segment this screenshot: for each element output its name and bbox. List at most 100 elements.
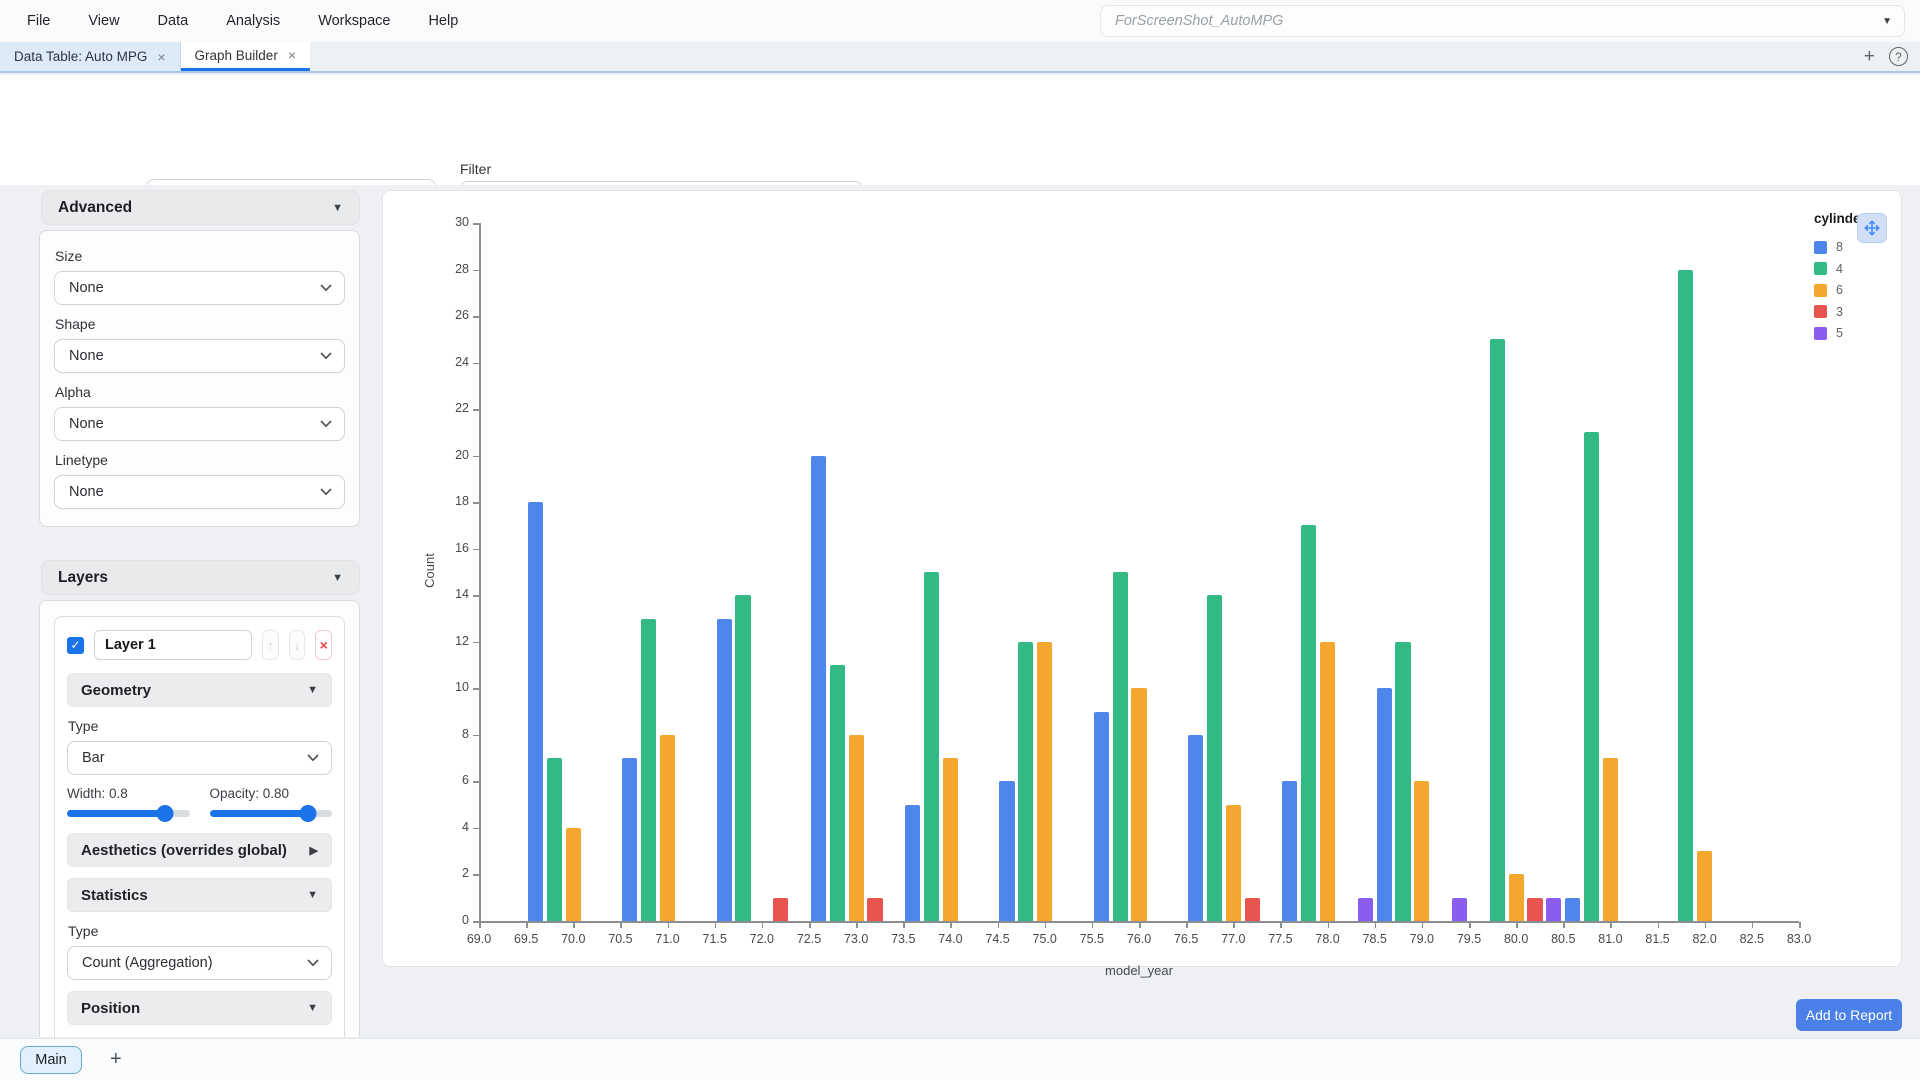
layer-visible-checkbox[interactable]: ✓ — [67, 637, 84, 654]
worksheet-tab-main[interactable]: Main — [20, 1046, 82, 1074]
x-tick-label: 74.5 — [980, 932, 1016, 946]
chevron-down-icon — [307, 754, 319, 762]
bar-78-cyl8 — [1282, 781, 1297, 921]
y-tick-label: 30 — [439, 215, 469, 229]
layer-name-input[interactable] — [94, 630, 252, 660]
bar-80-cyl5 — [1546, 898, 1561, 921]
x-tick-label: 79.5 — [1451, 932, 1487, 946]
x-tick-label: 77.0 — [1215, 932, 1251, 946]
workspace-select[interactable]: ForScreenShot_AutoMPG ▼ — [1100, 5, 1905, 37]
tab-graph-builder[interactable]: Graph Builder × — [181, 42, 310, 71]
width-slider[interactable] — [67, 810, 190, 817]
linetype-label: Linetype — [55, 452, 345, 468]
bar-76-cyl4 — [1113, 572, 1128, 921]
y-tick-label: 12 — [439, 634, 469, 648]
add-worksheet-plus-icon[interactable]: + — [110, 1048, 122, 1071]
layers-section-header[interactable]: Layers ▼ — [41, 560, 360, 595]
add-to-report-button[interactable]: Add to Report — [1796, 999, 1902, 1031]
x-tick-mark — [479, 922, 481, 928]
shape-select-value: None — [69, 348, 104, 364]
advanced-section-header[interactable]: Advanced ▼ — [41, 190, 360, 225]
close-icon[interactable]: × — [288, 48, 296, 62]
layers-section-body: ✓ ↑ ↓ × Geometry ▼ Type Bar Wid — [39, 600, 360, 1037]
menu-file[interactable]: File — [27, 13, 50, 29]
new-tab-plus-icon[interactable]: + — [1864, 47, 1875, 66]
y-axis-title: Count — [422, 553, 437, 588]
shape-select[interactable]: None — [54, 339, 345, 373]
aesthetics-panel-header[interactable]: Aesthetics (overrides global) ▶ — [67, 833, 332, 867]
y-tick-label: 10 — [439, 680, 469, 694]
x-tick-mark — [715, 922, 717, 928]
bar-82-cyl6 — [1697, 851, 1712, 921]
bar-chart: 02468101214161820222426283069.069.570.07… — [414, 191, 1903, 968]
legend-label: 5 — [1836, 326, 1843, 340]
geometry-panel-header[interactable]: Geometry ▼ — [67, 673, 332, 707]
x-tick-label: 78.0 — [1310, 932, 1346, 946]
bar-81-cyl6 — [1603, 758, 1618, 921]
menu-view[interactable]: View — [88, 13, 119, 29]
x-tick-mark — [668, 922, 670, 928]
menu-analysis[interactable]: Analysis — [226, 13, 280, 29]
x-tick-label: 72.5 — [791, 932, 827, 946]
bar-76-cyl6 — [1131, 688, 1146, 921]
geometry-type-select[interactable]: Bar — [67, 741, 332, 775]
bar-72-cyl4 — [735, 595, 750, 921]
alpha-select[interactable]: None — [54, 407, 345, 441]
bar-78-cyl5 — [1358, 898, 1373, 921]
y-tick-label: 4 — [439, 820, 469, 834]
statistics-type-label: Type — [68, 923, 332, 939]
x-tick-mark — [1375, 922, 1377, 928]
y-axis-line — [479, 223, 481, 921]
legend-swatch — [1814, 241, 1827, 254]
help-icon[interactable]: ? — [1889, 47, 1908, 66]
y-tick-label: 8 — [439, 727, 469, 741]
move-layer-up-button[interactable]: ↑ — [262, 630, 279, 660]
caret-down-icon: ▼ — [332, 202, 343, 214]
menu-help[interactable]: Help — [428, 13, 458, 29]
y-tick-label: 24 — [439, 355, 469, 369]
close-icon[interactable]: × — [157, 50, 165, 64]
statistics-panel-header[interactable]: Statistics ▼ — [67, 878, 332, 912]
x-tick-label: 80.0 — [1498, 932, 1534, 946]
delete-layer-button[interactable]: × — [315, 630, 332, 660]
x-tick-label: 76.5 — [1168, 932, 1204, 946]
bar-78-cyl4 — [1301, 525, 1316, 921]
size-label: Size — [55, 248, 345, 264]
y-tick-mark — [473, 828, 479, 830]
chart-card: 02468101214161820222426283069.069.570.07… — [382, 190, 1902, 967]
size-select[interactable]: None — [54, 271, 345, 305]
drag-move-icon[interactable] — [1857, 213, 1887, 243]
alpha-label: Alpha — [55, 384, 345, 400]
y-tick-label: 18 — [439, 494, 469, 508]
statistics-type-select[interactable]: Count (Aggregation) — [67, 946, 332, 980]
layer-title-row: ✓ ↑ ↓ × — [67, 630, 332, 660]
move-layer-down-button[interactable]: ↓ — [289, 630, 306, 660]
opacity-slider[interactable] — [210, 810, 333, 817]
y-tick-label: 20 — [439, 448, 469, 462]
position-panel-header[interactable]: Position ▼ — [67, 991, 332, 1025]
bar-79-cyl8 — [1377, 688, 1392, 921]
tab-data-table[interactable]: Data Table: Auto MPG × — [0, 42, 181, 71]
x-tick-label: 79.0 — [1404, 932, 1440, 946]
menu-data[interactable]: Data — [158, 13, 189, 29]
x-tick-label: 73.5 — [885, 932, 921, 946]
opacity-slider-thumb[interactable] — [299, 805, 316, 822]
chevron-down-icon — [320, 352, 332, 360]
linetype-select[interactable]: None — [54, 475, 345, 509]
bar-70-cyl6 — [566, 828, 581, 921]
width-slider-fill — [67, 810, 165, 817]
legend-label: 3 — [1836, 305, 1843, 319]
bar-76-cyl8 — [1094, 712, 1109, 921]
bar-71-cyl4 — [641, 619, 656, 921]
x-tick-label: 71.0 — [650, 932, 686, 946]
tab-strip-actions: + ? — [1864, 42, 1920, 71]
menu-workspace[interactable]: Workspace — [318, 13, 390, 29]
bar-75-cyl6 — [1037, 642, 1052, 921]
caret-down-icon: ▼ — [307, 1002, 318, 1014]
legend-item: 5 — [1814, 326, 1894, 340]
tab-strip: Data Table: Auto MPG × Graph Builder × +… — [0, 42, 1920, 73]
x-tick-label: 81.0 — [1592, 932, 1628, 946]
x-tick-mark — [762, 922, 764, 928]
width-slider-thumb[interactable] — [157, 805, 174, 822]
legend-swatch — [1814, 327, 1827, 340]
